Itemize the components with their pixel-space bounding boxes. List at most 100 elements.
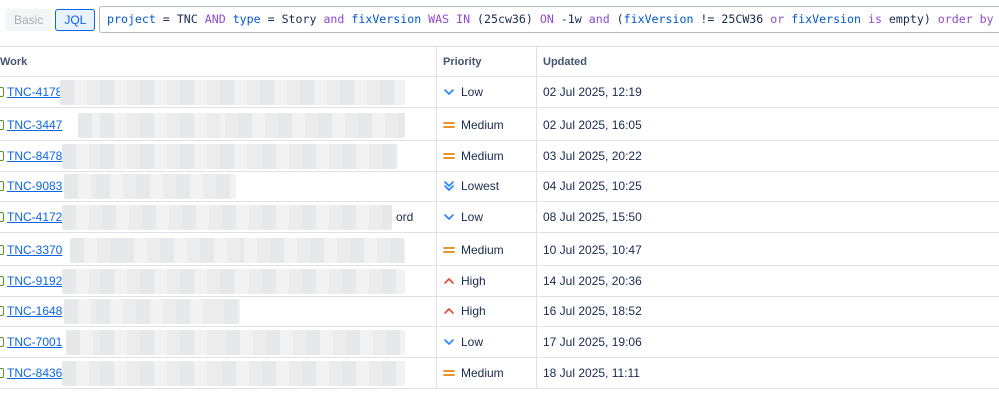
updated-date: 16 Jul 2025, 18:52 (543, 304, 642, 318)
chevron-down-icon (444, 339, 454, 345)
jql-token: ( (616, 12, 624, 26)
story-icon (0, 245, 4, 255)
jql-token: fixVersion (623, 12, 694, 26)
story-icon (0, 120, 4, 130)
jql-token: Story (281, 12, 317, 26)
chevron-down-icon (444, 89, 454, 95)
column-header-work[interactable]: Work (0, 47, 27, 77)
table-row[interactable]: TNC-8478 Medium 03 Jul 2025, 20:22 (0, 141, 999, 172)
table-row[interactable]: TNC-7001 Low 17 Jul 2025, 19:06 (0, 327, 999, 358)
priority-label: Medium (461, 366, 504, 380)
updated-date: 08 Jul 2025, 15:50 (543, 210, 642, 224)
updated-date: 18 Jul 2025, 11:11 (543, 366, 640, 380)
jql-query-input[interactable]: project = TNC AND type = Story and fixVe… (99, 6, 999, 33)
redacted-summary (100, 361, 210, 386)
redacted-summary (100, 80, 210, 105)
equals-icon (443, 122, 455, 128)
priority-label: Medium (461, 118, 504, 132)
table-row[interactable]: TNC-3447 Medium 02 Jul 2025, 16:05 (0, 110, 999, 141)
redacted-summary (100, 330, 220, 355)
jql-token: fixVersion (791, 12, 861, 26)
equals-icon (443, 153, 455, 159)
jql-token: or (763, 12, 792, 26)
jql-token: fixVersion (351, 12, 422, 26)
summary-text: ord (396, 210, 414, 224)
equals-icon (443, 247, 455, 253)
redacted-summary (100, 269, 240, 294)
jql-token: WAS IN (421, 12, 478, 26)
priority-label: Medium (461, 243, 504, 257)
priority-label: Lowest (461, 179, 500, 193)
issue-key-link[interactable]: TNC-3447 (7, 110, 62, 140)
issue-key-link[interactable]: TNC-8478 (7, 141, 62, 171)
jql-mode-button[interactable]: JQL (55, 9, 96, 31)
story-icon (0, 151, 4, 161)
table-header: Work Priority Updated (0, 46, 999, 77)
priority-label: High (461, 274, 486, 288)
jql-token: = (155, 12, 177, 26)
story-icon (0, 368, 4, 378)
priority-label: Low (461, 335, 484, 349)
jql-token: 25CW36 (721, 12, 764, 26)
chevron-down-icon (444, 214, 454, 220)
table-row[interactable]: TNC-4172 ord Low 08 Jul 2025, 15:50 (0, 202, 999, 233)
jql-token: ON (532, 12, 561, 26)
priority-label: Low (461, 210, 484, 224)
jql-token: project (107, 12, 156, 26)
issue-key-link[interactable]: TNC-7001 (7, 327, 62, 357)
jql-token: and (316, 12, 352, 26)
issue-key-link[interactable]: TNC-3370 (7, 235, 62, 265)
redacted-summary (62, 205, 392, 230)
updated-date: 03 Jul 2025, 20:22 (543, 149, 642, 163)
double-chevron-down-icon (444, 181, 454, 191)
updated-date: 02 Jul 2025, 12:19 (543, 85, 642, 99)
column-divider (436, 46, 437, 389)
issue-key-link[interactable]: TNC-4172 (7, 202, 62, 232)
story-icon (0, 276, 4, 286)
jql-token: type (232, 12, 261, 26)
updated-date: 17 Jul 2025, 19:06 (543, 335, 642, 349)
jql-token: empty (888, 12, 924, 26)
basic-mode-button[interactable]: Basic (5, 9, 53, 31)
jql-token: is (861, 12, 889, 26)
redacted-summary (96, 174, 236, 199)
table-row[interactable]: TNC-3370 Medium 10 Jul 2025, 10:47 (0, 235, 999, 266)
jql-token: and (581, 12, 617, 26)
chevron-up-icon (444, 278, 454, 284)
issue-key-link[interactable]: TNC-4178 (7, 77, 62, 107)
column-header-updated[interactable]: Updated (543, 47, 587, 77)
table-row[interactable]: TNC-9192 High 14 Jul 2025, 20:36 (0, 266, 999, 297)
jql-token: = (260, 12, 282, 26)
redacted-summary (120, 238, 240, 263)
story-icon (0, 181, 4, 191)
column-header-priority[interactable]: Priority (443, 47, 482, 77)
redacted-summary (100, 144, 250, 169)
column-divider (536, 46, 537, 389)
issue-key-link[interactable]: TNC-9192 (7, 266, 62, 296)
jql-token: -1w (560, 12, 582, 26)
story-icon (0, 212, 4, 222)
redacted-summary (100, 113, 220, 138)
priority-label: Medium (461, 149, 504, 163)
updated-date: 04 Jul 2025, 10:25 (543, 179, 642, 193)
redacted-summary (96, 299, 216, 324)
jql-token: != (693, 12, 722, 26)
table-row[interactable]: TNC-1648 High 16 Jul 2025, 18:52 (0, 296, 999, 327)
priority-label: High (461, 304, 486, 318)
table-row[interactable]: TNC-8436 Medium 18 Jul 2025, 11:11 (0, 358, 999, 389)
updated-date: 14 Jul 2025, 20:36 (543, 274, 642, 288)
issue-key-link[interactable]: TNC-1648 (7, 296, 62, 326)
issue-key-link[interactable]: TNC-8436 (7, 358, 62, 388)
updated-date: 10 Jul 2025, 10:47 (543, 243, 642, 257)
updated-date: 02 Jul 2025, 16:05 (543, 118, 642, 132)
search-mode-toggle: Basic JQL (5, 9, 96, 31)
chevron-up-icon (444, 308, 454, 314)
jql-token: TNC (176, 12, 198, 26)
table-row[interactable]: TNC-4178 Low 02 Jul 2025, 12:19 (0, 77, 999, 108)
story-icon (0, 337, 4, 347)
table-row[interactable]: TNC-9083 Lowest 04 Jul 2025, 10:25 (0, 171, 999, 202)
story-icon (0, 306, 4, 316)
jql-token: ) (923, 12, 938, 26)
issue-key-link[interactable]: TNC-9083 (7, 171, 62, 201)
search-toolbar: Basic JQL project = TNC AND type = Story… (0, 0, 999, 46)
